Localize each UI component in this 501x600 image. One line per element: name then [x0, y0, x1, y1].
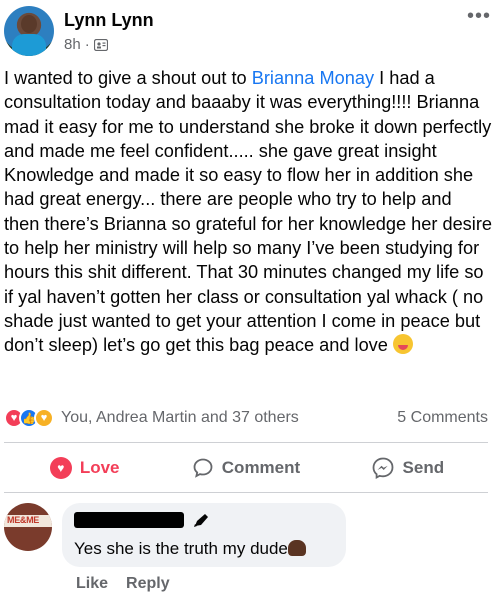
post-meta: 8h ·	[64, 36, 108, 53]
comment-actions: Like Reply	[76, 575, 170, 593]
me-and-me-logo: ME&ME	[7, 515, 39, 525]
author-avatar[interactable]	[4, 6, 54, 56]
like-comment-button[interactable]: Like	[76, 575, 108, 593]
send-label: Send	[402, 458, 445, 477]
speech-bubble-icon	[193, 458, 213, 478]
comment-label: Comment	[221, 458, 301, 477]
mention-link[interactable]: Brianna Monay	[252, 68, 374, 88]
care-reaction-icon: ♥	[34, 408, 54, 428]
post-text-start: I wanted to give a shout out to	[4, 68, 252, 88]
send-button[interactable]: Send	[327, 446, 488, 490]
winking-tongue-emoji-icon	[392, 334, 413, 355]
meta-separator: ·	[84, 36, 90, 53]
pen-icon	[194, 513, 209, 527]
post-header: Lynn Lynn 8h · •••	[4, 6, 497, 60]
heart-icon: ♥	[49, 457, 72, 479]
flexed-biceps-icon	[287, 540, 306, 556]
post-text: I wanted to give a shout out to Brianna …	[4, 66, 492, 358]
messenger-icon	[372, 457, 393, 480]
post-time[interactable]: 8h	[64, 36, 81, 53]
love-label: Love	[79, 458, 120, 477]
reactions-row: ♥ 👍 ♥ You, Andrea Martin and 37 others 5…	[4, 405, 488, 431]
reaction-summary[interactable]: You, Andrea Martin and 37 others	[61, 409, 299, 427]
more-options-icon[interactable]: •••	[467, 6, 491, 26]
comment-button[interactable]: Comment	[165, 446, 326, 490]
comment-bubble: Yes she is the truth my dude	[62, 503, 346, 567]
reaction-icons[interactable]: ♥ 👍 ♥	[4, 408, 54, 428]
divider-top	[4, 442, 488, 443]
avatar-shirt	[12, 34, 46, 56]
comments-count[interactable]: 5 Comments	[397, 409, 488, 427]
comment-text-line: Yes she is the truth my dude	[74, 539, 334, 559]
audience-icon[interactable]	[93, 38, 108, 51]
post-actions: ♥ Love Comment Send	[4, 446, 488, 490]
love-button[interactable]: ♥ Love	[4, 446, 165, 490]
redacted-commenter-name[interactable]	[74, 511, 184, 528]
commenter-avatar[interactable]: ME&ME	[4, 503, 52, 551]
author-name[interactable]: Lynn Lynn	[64, 10, 154, 31]
divider-bottom	[4, 492, 488, 493]
avatar-head	[21, 15, 37, 33]
comment-text: Yes she is the truth my dude	[74, 539, 288, 558]
post-text-rest: I had a consultation today and baaaby it…	[4, 68, 492, 356]
reply-comment-button[interactable]: Reply	[126, 575, 170, 593]
